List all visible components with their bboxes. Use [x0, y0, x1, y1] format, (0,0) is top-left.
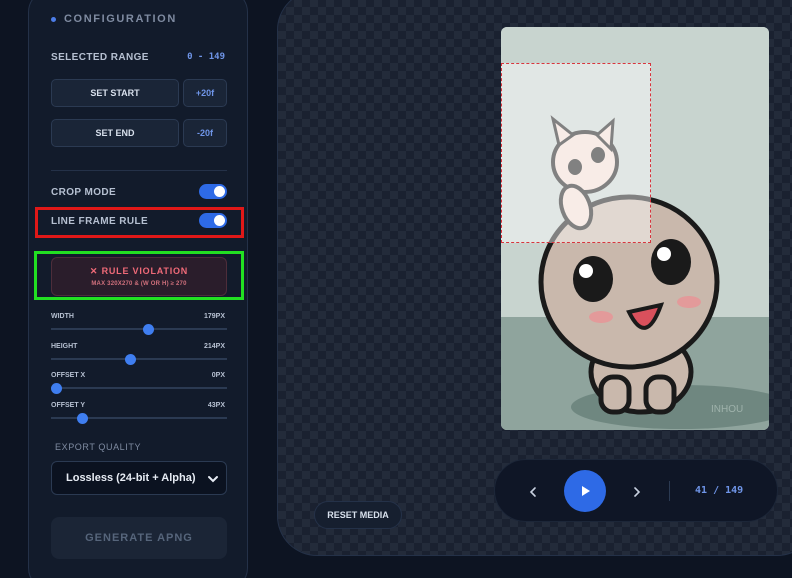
controls-divider	[669, 481, 670, 501]
divider	[51, 170, 227, 171]
export-quality-label: EXPORT QUALITY	[55, 442, 142, 452]
offset-y-label: OFFSET Y	[51, 402, 86, 409]
offset-x-slider[interactable]	[51, 383, 227, 394]
frame-separator: /	[713, 485, 720, 496]
width-value: 179PX	[203, 313, 225, 320]
export-quality-value: Lossless (24-bit + Alpha)	[66, 472, 196, 484]
set-end-button[interactable]: SET END	[51, 119, 179, 147]
highlight-box-green	[34, 251, 244, 300]
playback-controls: 41 / 149	[494, 459, 778, 522]
media-watermark: INHOU	[711, 404, 743, 415]
play-icon	[582, 486, 590, 496]
panel-title: CONFIGURATION	[64, 13, 177, 25]
panel-header: CONFIGURATION	[51, 13, 177, 25]
crop-selection-box[interactable]	[501, 63, 651, 243]
generate-apng-button[interactable]: GENERATE APNG	[51, 517, 227, 559]
play-button[interactable]	[564, 470, 606, 512]
end-step-button[interactable]: -20f	[183, 119, 227, 147]
export-quality-select[interactable]: Lossless (24-bit + Alpha)	[51, 461, 227, 495]
bullet-dot-icon	[51, 16, 56, 22]
reset-media-button[interactable]: RESET MEDIA	[314, 501, 402, 529]
set-start-button[interactable]: SET START	[51, 79, 179, 107]
height-value: 214PX	[203, 343, 225, 350]
width-slider[interactable]	[51, 324, 227, 335]
height-slider-thumb[interactable]	[125, 354, 137, 365]
previous-frame-button[interactable]	[521, 460, 545, 523]
frame-total: 149	[725, 485, 744, 496]
width-slider-thumb[interactable]	[143, 324, 155, 335]
next-frame-button[interactable]	[625, 460, 649, 523]
chevron-down-icon	[208, 476, 218, 483]
chevron-left-icon	[529, 486, 536, 497]
chevron-right-icon	[634, 486, 641, 497]
offset-x-value: 0PX	[211, 372, 225, 379]
width-label: WIDTH	[51, 313, 74, 320]
offset-x-label: OFFSET X	[51, 372, 86, 379]
configuration-panel: CONFIGURATION SELECTED RANGE 0 - 149 SET…	[28, 0, 248, 578]
offset-y-slider[interactable]	[51, 413, 227, 424]
crop-mode-label: CROP MODE	[51, 187, 117, 198]
frame-current: 41	[695, 485, 708, 496]
frame-counter: 41 / 149	[695, 485, 743, 496]
start-step-button[interactable]: +20f	[183, 79, 227, 107]
selected-range-value: 0 - 149	[187, 52, 225, 62]
offset-y-slider-thumb[interactable]	[77, 413, 89, 424]
height-slider[interactable]	[51, 354, 227, 365]
highlight-box-red	[35, 207, 244, 238]
media-preview[interactable]: INHOU	[501, 27, 769, 430]
offset-y-value: 43PX	[207, 402, 225, 409]
selected-range-label: SELECTED RANGE	[51, 52, 149, 63]
offset-x-slider-thumb[interactable]	[51, 383, 62, 394]
height-label: HEIGHT	[51, 343, 78, 350]
crop-mode-toggle[interactable]	[199, 184, 227, 199]
